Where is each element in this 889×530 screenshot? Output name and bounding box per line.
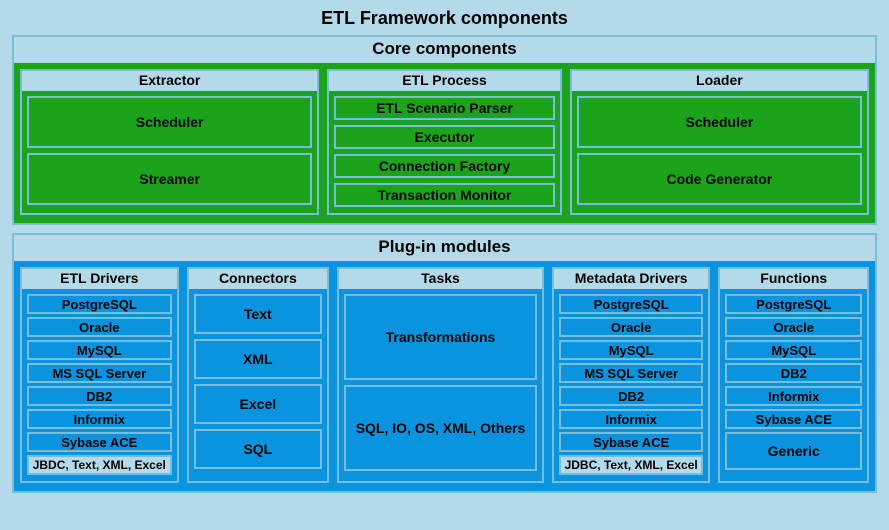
tasks-item: Transformations	[344, 294, 537, 380]
connectors-header: Connectors	[189, 269, 328, 289]
extractor-col: Extractor Scheduler Streamer	[20, 69, 319, 215]
plugin-header: Plug-in modules	[14, 235, 875, 261]
loader-header: Loader	[572, 71, 867, 91]
functions-item: Sybase ACE	[725, 409, 862, 429]
metadata-header: Metadata Drivers	[554, 269, 709, 289]
metadata-item: DB2	[559, 386, 704, 406]
etldrivers-item: DB2	[27, 386, 172, 406]
connectors-item: XML	[194, 339, 323, 379]
main-title: ETL Framework components	[12, 8, 877, 29]
metadata-item: Informix	[559, 409, 704, 429]
etlprocess-item: Executor	[334, 125, 554, 149]
metadata-col: Metadata Drivers PostgreSQL Oracle MySQL…	[552, 267, 711, 483]
loader-col: Loader Scheduler Code Generator	[570, 69, 869, 215]
tasks-col: Tasks Transformations SQL, IO, OS, XML, …	[337, 267, 544, 483]
etldrivers-col: ETL Drivers PostgreSQL Oracle MySQL MS S…	[20, 267, 179, 483]
etlprocess-header: ETL Process	[329, 71, 559, 91]
metadata-item: Sybase ACE	[559, 432, 704, 452]
etlprocess-col: ETL Process ETL Scenario Parser Executor…	[327, 69, 561, 215]
etlprocess-item: Connection Factory	[334, 154, 554, 178]
functions-header: Functions	[720, 269, 867, 289]
loader-item: Code Generator	[577, 153, 862, 205]
extractor-header: Extractor	[22, 71, 317, 91]
extractor-item: Streamer	[27, 153, 312, 205]
metadata-item: MS SQL Server	[559, 363, 704, 383]
core-header: Core components	[14, 37, 875, 63]
etldrivers-item: MySQL	[27, 340, 172, 360]
etldrivers-item: MS SQL Server	[27, 363, 172, 383]
functions-item: Generic	[725, 432, 862, 470]
etlprocess-item: Transaction Monitor	[334, 183, 554, 207]
functions-item: MySQL	[725, 340, 862, 360]
connectors-item: Excel	[194, 384, 323, 424]
connectors-item: SQL	[194, 429, 323, 469]
connectors-item: Text	[194, 294, 323, 334]
functions-item: DB2	[725, 363, 862, 383]
plugin-section: Plug-in modules ETL Drivers PostgreSQL O…	[12, 233, 877, 493]
etldrivers-item: Oracle	[27, 317, 172, 337]
connectors-col: Connectors Text XML Excel SQL	[187, 267, 330, 483]
core-section: Core components Extractor Scheduler Stre…	[12, 35, 877, 225]
functions-item: Oracle	[725, 317, 862, 337]
metadata-item: Oracle	[559, 317, 704, 337]
functions-col: Functions PostgreSQL Oracle MySQL DB2 In…	[718, 267, 869, 483]
etldrivers-header: ETL Drivers	[22, 269, 177, 289]
functions-item: PostgreSQL	[725, 294, 862, 314]
tasks-header: Tasks	[339, 269, 542, 289]
etldrivers-item: Informix	[27, 409, 172, 429]
etlprocess-item: ETL Scenario Parser	[334, 96, 554, 120]
metadata-item: MySQL	[559, 340, 704, 360]
loader-item: Scheduler	[577, 96, 862, 148]
metadata-item: JDBC, Text, XML, Excel	[559, 455, 704, 475]
etldrivers-item: PostgreSQL	[27, 294, 172, 314]
etldrivers-item: JBDC, Text, XML, Excel	[27, 455, 172, 475]
extractor-item: Scheduler	[27, 96, 312, 148]
tasks-item: SQL, IO, OS, XML, Others	[344, 385, 537, 471]
etldrivers-item: Sybase ACE	[27, 432, 172, 452]
metadata-item: PostgreSQL	[559, 294, 704, 314]
functions-item: Informix	[725, 386, 862, 406]
